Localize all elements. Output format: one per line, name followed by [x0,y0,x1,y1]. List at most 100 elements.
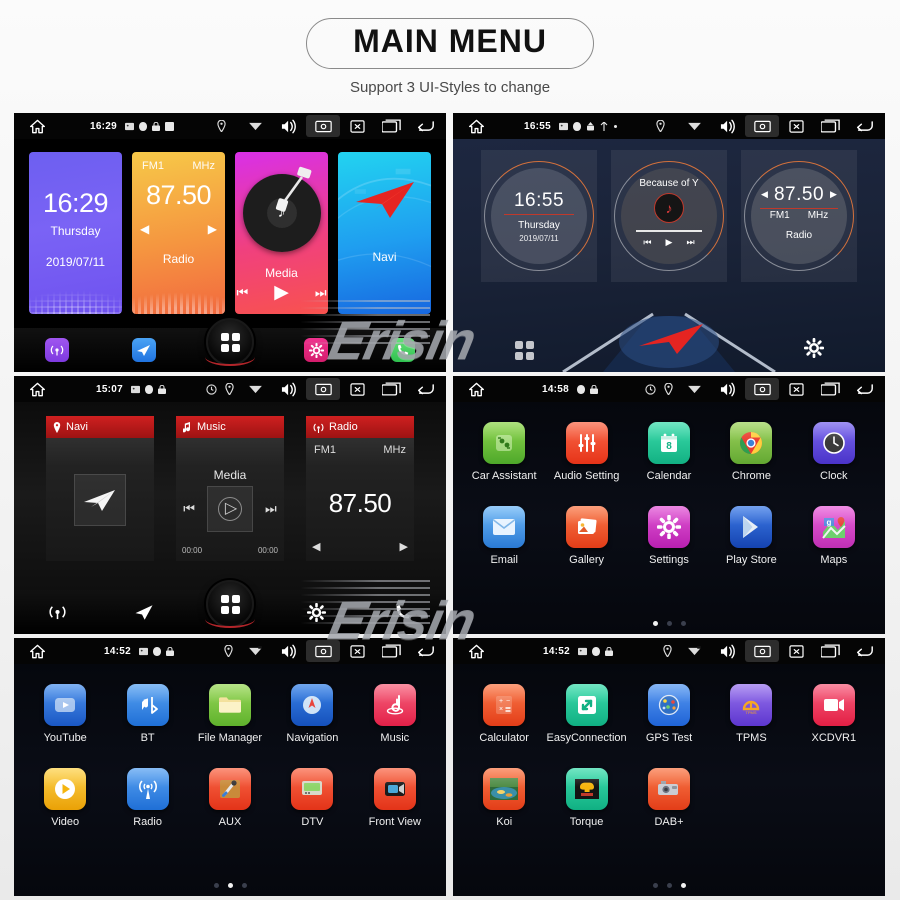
screenshot-icon[interactable] [745,378,779,400]
back-icon[interactable] [408,115,442,137]
screenshot-icon[interactable] [306,115,340,137]
all-apps-button[interactable] [205,318,255,366]
home-icon[interactable] [14,644,60,659]
music-prev-icon[interactable]: ⏮ [183,501,195,517]
radio-seek-next-icon[interactable]: ▶ [208,222,217,236]
app-video[interactable]: Video [24,768,106,828]
app-gps-test[interactable]: GPS Test [628,684,710,744]
location-icon[interactable] [204,115,238,137]
dock-phone-icon[interactable] [390,338,415,362]
radio-seek-next-icon[interactable]: ▶ [400,540,408,553]
close-box-icon[interactable] [779,640,813,662]
close-box-icon[interactable] [340,378,374,400]
tile-media[interactable]: ♪ Media ⏮ ▶ ⏭ [235,152,328,314]
volume-icon[interactable] [711,640,745,662]
sync-icon[interactable] [641,378,659,400]
app-tpms[interactable]: TPMS TPMS [710,684,792,744]
app-dab[interactable]: DAB+ [628,768,710,828]
app-xcdvr1[interactable]: XCDVR1 [793,684,875,744]
recents-icon[interactable] [813,640,847,662]
dock-phone-icon[interactable] [391,600,415,624]
app-dtv[interactable]: DTV [271,768,353,828]
back-icon[interactable] [408,640,442,662]
media-next-icon[interactable]: ⏭ [315,285,327,301]
app-chrome[interactable]: Chrome [710,422,792,482]
recents-icon[interactable] [374,378,408,400]
app-navigation[interactable]: Navigation [271,684,353,744]
screenshot-icon[interactable] [745,115,779,137]
back-icon[interactable] [847,115,881,137]
radio-seek-next-icon[interactable]: ▶ [830,189,837,200]
wifi-icon[interactable] [677,378,711,400]
volume-icon[interactable] [272,640,306,662]
card-navi[interactable]: Navi [46,416,154,561]
app-car-assistant[interactable]: Car Assistant [463,422,545,482]
app-radio[interactable]: Radio [106,768,188,828]
close-box-icon[interactable] [779,378,813,400]
card-radio[interactable]: Radio FM1 MHz 87.50 ◀ ▶ [306,416,414,561]
home-icon[interactable] [14,382,60,397]
dock-settings-icon[interactable] [304,600,328,624]
app-bt[interactable]: BT [106,684,188,744]
app-easyconnection[interactable]: EasyConnection [545,684,627,744]
app-torque[interactable]: Torque [545,768,627,828]
close-box-icon[interactable] [340,115,374,137]
app-gallery[interactable]: Gallery [545,506,627,566]
app-email[interactable]: Email [463,506,545,566]
close-box-icon[interactable] [340,640,374,662]
location-icon[interactable] [220,378,238,400]
recents-icon[interactable] [813,378,847,400]
media-play-icon[interactable]: ▶ [274,281,289,304]
wifi-icon[interactable] [238,115,272,137]
wifi-icon[interactable] [677,115,711,137]
screenshot-icon[interactable] [745,640,779,662]
app-play-store[interactable]: Play Store [710,506,792,566]
volume-icon[interactable] [711,378,745,400]
screenshot-icon[interactable] [306,640,340,662]
app-front-view[interactable]: Front View [354,768,436,828]
radio-seek-prev-icon[interactable]: ◀ [312,540,320,553]
back-icon[interactable] [408,378,442,400]
tile-navi[interactable]: Navi [338,152,431,314]
app-file-manager[interactable]: File Manager [189,684,271,744]
page-indicator[interactable] [453,621,885,626]
home-icon[interactable] [14,119,60,134]
dock-navi-icon[interactable] [132,600,156,624]
volume-icon[interactable] [711,115,745,137]
home-icon[interactable] [453,119,499,134]
app-settings[interactable]: Settings [628,506,710,566]
music-next-icon[interactable]: ⏭ [686,237,694,248]
home-icon[interactable] [453,382,499,397]
location-icon[interactable] [659,378,677,400]
sync-icon[interactable] [202,378,220,400]
volume-icon[interactable] [272,115,306,137]
circle-widget-clock[interactable]: 16:55 Thursday 2019/07/11 [481,150,597,282]
location-icon[interactable] [218,640,238,662]
location-icon[interactable] [643,115,677,137]
radio-seek-prev-icon[interactable]: ◀ [140,222,149,236]
wifi-icon[interactable] [238,378,272,400]
back-icon[interactable] [847,640,881,662]
app-calculator[interactable]: + − × Calculator [463,684,545,744]
tile-radio[interactable]: FM1 MHz 87.50 ◀ ▶ Radio [132,152,225,314]
page-indicator[interactable] [14,883,446,888]
app-music[interactable]: Music [354,684,436,744]
tile-clock[interactable]: 16:29 Thursday 2019/07/11 [29,152,122,314]
location-icon[interactable] [657,640,677,662]
music-progress-bar[interactable] [636,230,702,232]
app-koi[interactable]: Koi [463,768,545,828]
wifi-icon[interactable] [238,640,272,662]
dock-radio-icon[interactable] [45,338,70,362]
dock-settings-icon[interactable] [803,337,824,363]
app-clock[interactable]: Clock [793,422,875,482]
music-prev-icon[interactable]: ⏮ [643,237,651,248]
music-next-icon[interactable]: ⏭ [265,501,277,517]
dock-navi-icon[interactable] [131,338,156,362]
recents-icon[interactable] [813,115,847,137]
circle-widget-music[interactable]: Because of Y ♪ ⏮ ▶ ⏭ [611,150,727,282]
music-play-thumb[interactable]: ▷ [207,485,253,532]
dock-settings-icon[interactable] [304,338,329,362]
recents-icon[interactable] [374,640,408,662]
all-apps-grid-icon[interactable] [514,340,534,360]
music-play-icon[interactable]: ▶ [666,237,673,248]
